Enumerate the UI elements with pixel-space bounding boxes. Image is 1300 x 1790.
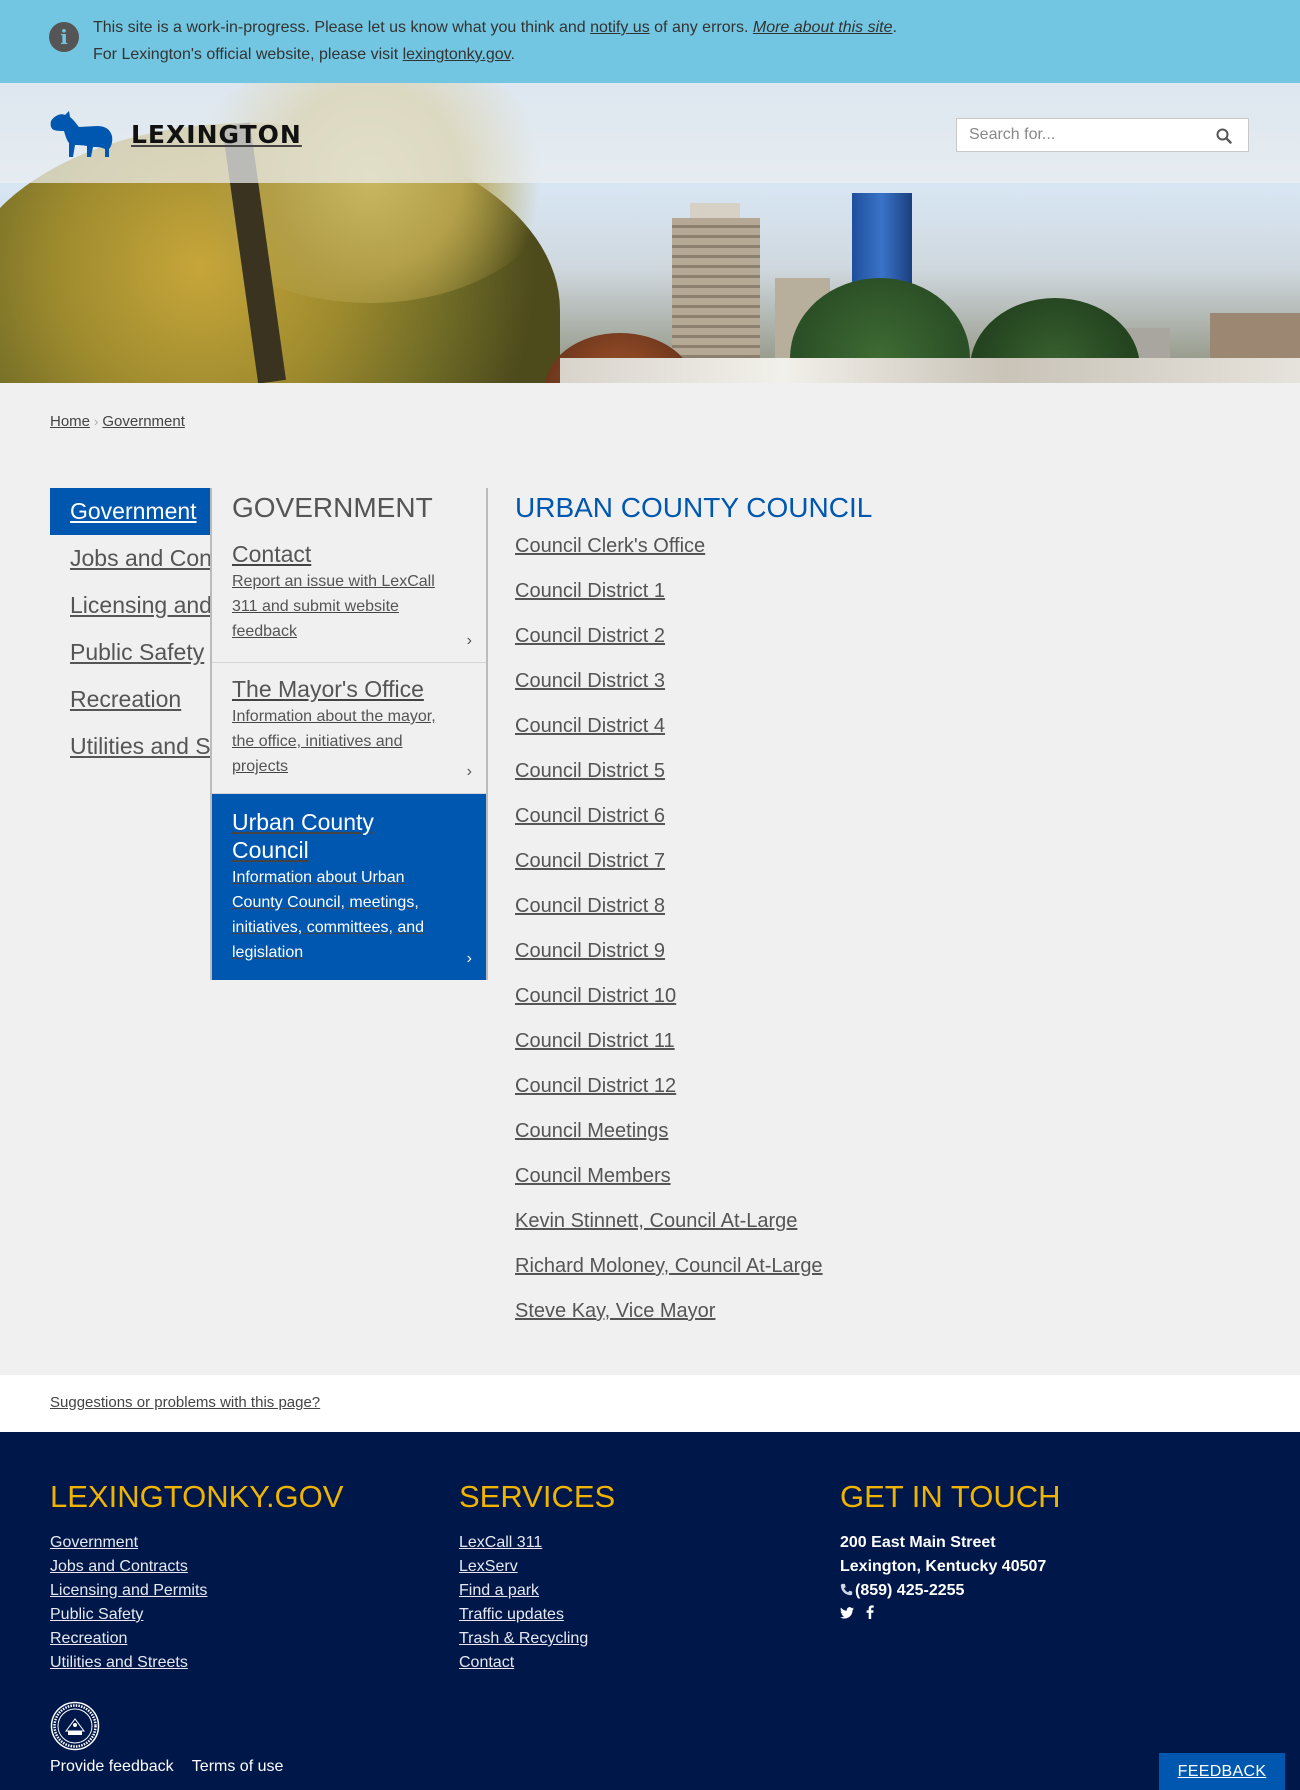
phone-link[interactable]: (859) 425-2255 <box>855 1582 964 1599</box>
horse-logo-icon <box>50 111 113 157</box>
search-icon[interactable] <box>1216 128 1232 144</box>
footer-link[interactable]: Utilities and Streets <box>50 1651 343 1675</box>
chevron-right-icon: › <box>466 632 472 649</box>
facebook-icon[interactable] <box>866 1605 875 1624</box>
feedback-button[interactable]: FEEDBACK <box>1159 1753 1285 1790</box>
alert-text: . <box>892 19 897 36</box>
search-box <box>956 118 1249 152</box>
government-submenu: GOVERNMENT Contact Report an issue with … <box>210 488 488 980</box>
card-title: Urban County Council <box>232 809 374 863</box>
chevron-right-icon: › <box>94 414 99 429</box>
breadcrumb-home[interactable]: Home <box>50 413 90 430</box>
footer-col-services: SERVICES LexCall 311 LexServ Find a park… <box>459 1477 615 1675</box>
official-site-link[interactable]: lexingtonky.gov <box>403 46 511 63</box>
twitter-icon[interactable] <box>840 1606 854 1624</box>
council-link[interactable]: Council District 12 <box>515 1072 1215 1117</box>
site-logo[interactable]: LEXINGTON <box>49 109 302 159</box>
site-footer: LEXINGTONKY.GOV Government Jobs and Cont… <box>0 1432 1300 1790</box>
submenu-card-contact[interactable]: Contact Report an issue with LexCall 311… <box>212 532 486 663</box>
council-link[interactable]: Council District 11 <box>515 1027 1215 1072</box>
council-link[interactable]: Council District 6 <box>515 802 1215 847</box>
alert-line-1: This site is a work-in-progress. Please … <box>93 19 897 37</box>
nav-item-jobs-contracts[interactable]: Jobs and Contracts <box>50 535 210 582</box>
provide-feedback-link[interactable]: Provide feedback <box>50 1758 174 1775</box>
alert-text: This site is a work-in-progress. Please … <box>93 19 591 36</box>
council-link[interactable]: Steve Kay, Vice Mayor <box>515 1297 1215 1342</box>
breadcrumb-government[interactable]: Government <box>102 413 185 430</box>
submenu-card-urban-county-council[interactable]: Urban County Council Information about U… <box>212 794 486 980</box>
alert-text: For Lexington's official website, please… <box>93 46 403 63</box>
council-link[interactable]: Council Clerk's Office <box>515 532 1215 577</box>
footer-heading-site: LEXINGTONKY.GOV <box>50 1479 344 1514</box>
footer-link[interactable]: Trash & Recycling <box>459 1627 615 1651</box>
chevron-right-icon: › <box>466 763 472 780</box>
council-link[interactable]: Council District 4 <box>515 712 1215 757</box>
council-link[interactable]: Council District 5 <box>515 757 1215 802</box>
card-description: Information about Urban County Council, … <box>232 869 425 961</box>
submenu-card-mayors-office[interactable]: The Mayor's Office Information about the… <box>212 663 486 794</box>
submenu-heading: GOVERNMENT <box>232 492 433 523</box>
suggestions-strip: Suggestions or problems with this page? <box>0 1375 1300 1432</box>
search-input[interactable] <box>957 119 1207 151</box>
council-link[interactable]: Council Meetings <box>515 1117 1215 1162</box>
terms-of-use-link[interactable]: Terms of use <box>192 1758 284 1775</box>
footer-link[interactable]: Traffic updates <box>459 1603 615 1627</box>
council-link[interactable]: Council District 9 <box>515 937 1215 982</box>
footer-link[interactable]: Government <box>50 1531 343 1555</box>
nav-item-recreation[interactable]: Recreation <box>50 676 210 723</box>
notify-us-link[interactable]: notify us <box>590 19 650 36</box>
footer-heading-contact: GET IN TOUCH <box>840 1479 1061 1514</box>
alert-text: of any errors. <box>649 19 753 36</box>
council-link[interactable]: Council District 10 <box>515 982 1215 1027</box>
alert-banner: i This site is a work-in-progress. Pleas… <box>0 0 1300 83</box>
nav-item-public-safety[interactable]: Public Safety <box>50 629 210 676</box>
council-link[interactable]: Council District 3 <box>515 667 1215 712</box>
nav-item-government[interactable]: Government <box>50 488 210 535</box>
chevron-right-icon: › <box>466 950 472 967</box>
card-title: The Mayor's Office <box>232 676 424 702</box>
footer-link[interactable]: Licensing and Permits <box>50 1579 343 1603</box>
info-icon: i <box>49 22 79 52</box>
footer-bottom-links: Provide feedback Terms of use <box>50 1758 297 1776</box>
nav-item-licensing-permits[interactable]: Licensing and Permits <box>50 582 210 629</box>
council-link[interactable]: Council Members <box>515 1162 1215 1207</box>
council-heading: URBAN COUNTY COUNCIL <box>515 492 873 523</box>
council-link[interactable]: Richard Moloney, Council At-Large <box>515 1252 1215 1297</box>
social-links <box>840 1605 1060 1624</box>
council-links-panel: URBAN COUNTY COUNCIL Council Clerk's Off… <box>515 488 1215 1342</box>
breadcrumb: Home › Government <box>50 413 185 430</box>
council-link[interactable]: Council District 2 <box>515 622 1215 667</box>
footer-col-site: LEXINGTONKY.GOV Government Jobs and Cont… <box>50 1477 343 1675</box>
card-title: Contact <box>232 541 312 567</box>
council-link[interactable]: Kevin Stinnett, Council At-Large <box>515 1207 1215 1252</box>
footer-link[interactable]: Find a park <box>459 1579 615 1603</box>
footer-heading-services: SERVICES <box>459 1479 616 1514</box>
footer-link[interactable]: Public Safety <box>50 1603 343 1627</box>
address-line-2: Lexington, Kentucky 40507 <box>840 1558 1047 1575</box>
phone-icon <box>840 1583 853 1596</box>
city-seal-icon <box>50 1701 100 1751</box>
more-about-site-link[interactable]: More about this site <box>753 19 893 36</box>
alert-line-2: For Lexington's official website, please… <box>93 46 515 64</box>
nav-item-utilities-streets[interactable]: Utilities and Streets <box>50 723 210 770</box>
council-link[interactable]: Council District 7 <box>515 847 1215 892</box>
footer-link[interactable]: LexServ <box>459 1555 615 1579</box>
suggestions-link[interactable]: Suggestions or problems with this page? <box>50 1394 320 1411</box>
council-link[interactable]: Council District 1 <box>515 577 1215 622</box>
card-description: Information about the mayor, the office,… <box>232 708 436 775</box>
footer-link[interactable]: Contact <box>459 1651 615 1675</box>
footer-col-contact: GET IN TOUCH 200 East Main Street Lexing… <box>840 1477 1060 1624</box>
left-nav: Government Jobs and Contracts Licensing … <box>50 488 210 770</box>
card-description: Report an issue with LexCall 311 and sub… <box>232 573 435 640</box>
address-line-1: 200 East Main Street <box>840 1534 996 1551</box>
footer-link[interactable]: LexCall 311 <box>459 1531 615 1555</box>
footer-link[interactable]: Jobs and Contracts <box>50 1555 343 1579</box>
alert-text: . <box>510 46 515 63</box>
phone-line: (859) 425-2255 <box>840 1579 1060 1603</box>
council-link[interactable]: Council District 8 <box>515 892 1215 937</box>
footer-link[interactable]: Recreation <box>50 1627 343 1651</box>
logo-text: LEXINGTON <box>131 119 302 149</box>
